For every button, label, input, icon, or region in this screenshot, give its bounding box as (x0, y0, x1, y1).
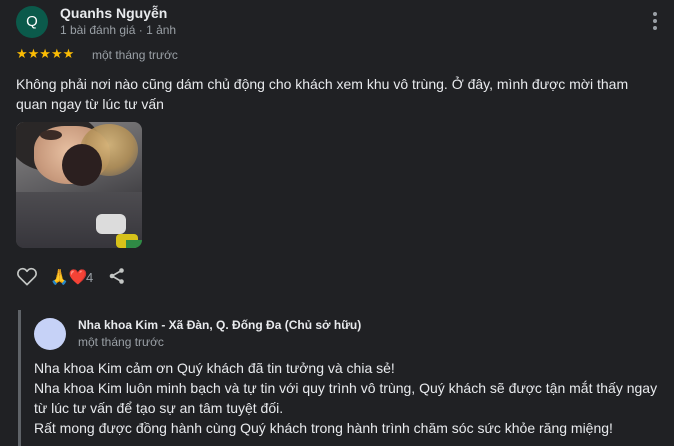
heart-outline-icon[interactable] (16, 266, 38, 286)
reviewer-meta: 1 bài đánh giá · 1 ảnh (60, 23, 177, 37)
reply-line: Nha khoa Kim luôn minh bạch và tự tin vớ… (34, 380, 658, 396)
owner-name: Nha khoa Kim - Xã Đàn, Q. Đống Đa (Chủ s… (78, 318, 362, 332)
owner-reply-text: Nha khoa Kim cảm ơn Quý khách đã tin tưở… (34, 358, 666, 438)
review-photo[interactable] (16, 122, 142, 248)
reviewer-avatar[interactable]: Q (16, 6, 48, 38)
review-time: một tháng trước (92, 48, 178, 62)
reply-line: Rất mong được đồng hành cùng Quý khách t… (34, 420, 613, 436)
reviewer-name[interactable]: Quanhs Nguyễn (60, 5, 167, 21)
star-rating: ★★★★★ (16, 46, 75, 61)
reply-divider (18, 310, 21, 446)
owner-avatar (34, 318, 66, 350)
reply-line: Nha khoa Kim cảm ơn Quý khách đã tin tưở… (34, 360, 395, 376)
more-vert-icon[interactable] (648, 10, 662, 32)
reaction-emojis[interactable]: 🙏❤️ (50, 268, 87, 286)
reply-line: từ lúc tư vấn để tạo sự an tâm tuyệt đối… (34, 400, 284, 416)
review-text: Không phải nơi nào cũng dám chủ động cho… (16, 76, 629, 112)
reaction-count: 4 (86, 270, 94, 285)
share-icon[interactable] (108, 267, 126, 285)
owner-reply-time: một tháng trước (78, 335, 164, 349)
